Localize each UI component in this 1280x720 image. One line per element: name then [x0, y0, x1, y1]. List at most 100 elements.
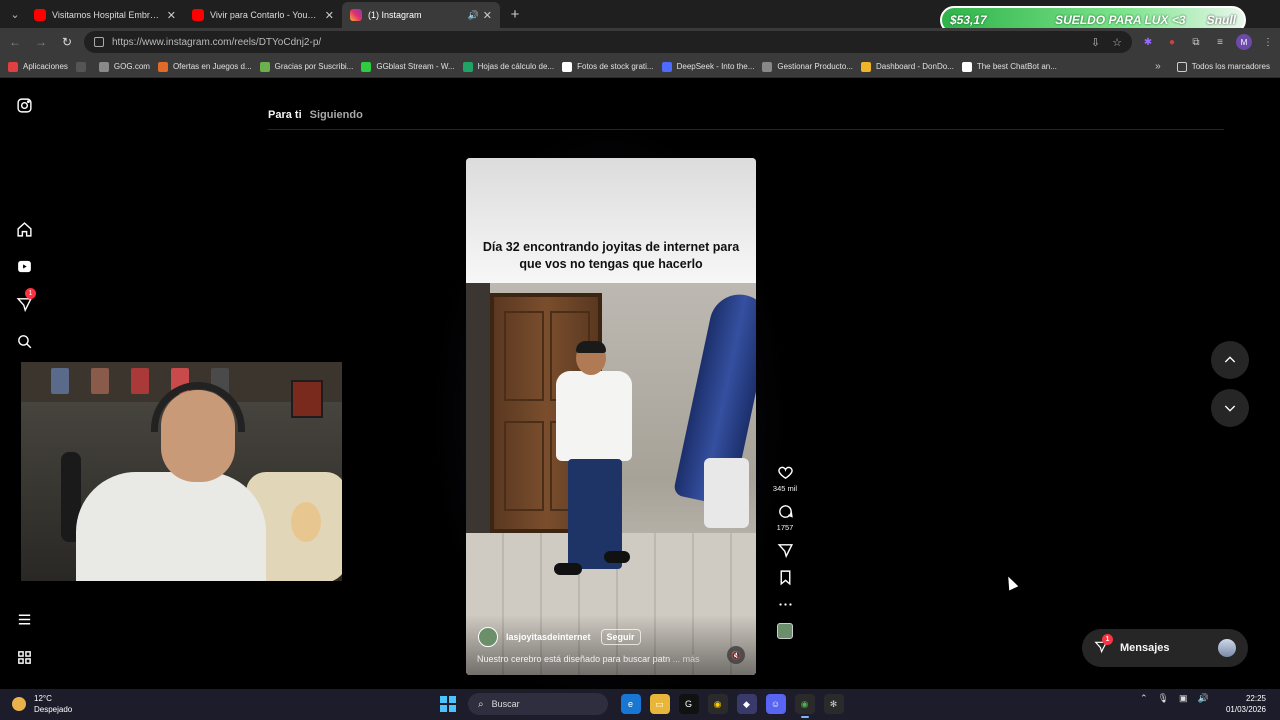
tab-for-you[interactable]: Para ti: [268, 109, 302, 121]
bookmark-favicon: [762, 61, 773, 72]
clock-date: 01/03/2026: [1225, 705, 1266, 714]
browser-menu-icon[interactable]: ⋮: [1260, 34, 1276, 50]
bookmark-favicon: [157, 61, 168, 72]
youtube-icon: [192, 9, 204, 21]
door-panel: [504, 311, 544, 401]
edge-icon[interactable]: e: [620, 694, 641, 714]
app-spinner-icon[interactable]: ✻: [823, 694, 844, 714]
bookmark-item[interactable]: Dashboard - DonDo...: [861, 61, 954, 72]
url-text: https://www.instagram.com/reels/DTYoCdnj…: [112, 36, 322, 48]
follow-button[interactable]: Seguir: [600, 629, 641, 645]
volume-icon[interactable]: 🔊: [1198, 693, 1209, 704]
bookmark-label: Aplicaciones: [23, 62, 68, 71]
door-panel: [504, 421, 544, 511]
browser-tab-1[interactable]: Visitamos Hospital Embrujado c ✕: [26, 2, 184, 28]
mute-toggle-icon[interactable]: 🔇: [727, 646, 745, 664]
extension-red-icon[interactable]: ●: [1164, 34, 1180, 50]
reel-author[interactable]: lasjoyitasdeinternet Seguir: [478, 627, 641, 647]
bookmark-item[interactable]: GOG.com: [98, 61, 150, 72]
audio-thumbnail[interactable]: [777, 623, 793, 639]
sheets-icon: [462, 61, 473, 72]
search-icon[interactable]: [14, 331, 34, 351]
tab-following[interactable]: Siguiendo: [310, 109, 363, 121]
folder-icon: [1176, 61, 1187, 72]
reload-icon[interactable]: ↻: [56, 31, 78, 53]
weather-condition: Despejado: [34, 705, 73, 714]
back-arrow-icon[interactable]: ←: [4, 31, 26, 53]
reel-actions: 345 mil 1757: [766, 464, 804, 639]
tab-title: Visitamos Hospital Embrujado c: [52, 10, 163, 20]
bookmark-label: Dashboard - DonDo...: [876, 62, 954, 71]
chevron-up-icon: [1224, 356, 1236, 363]
like-action[interactable]: 345 mil: [766, 464, 804, 493]
share-action[interactable]: [766, 542, 804, 559]
home-icon[interactable]: [14, 219, 34, 239]
close-tab-icon[interactable]: ✕: [167, 9, 176, 22]
microphone-icon[interactable]: 🎙: [1158, 693, 1169, 704]
close-tab-icon[interactable]: ✕: [483, 9, 492, 22]
file-explorer-icon[interactable]: ▭: [649, 694, 670, 714]
bookmark-item[interactable]: [75, 61, 91, 72]
bookmark-item[interactable]: Aplicaciones: [8, 61, 68, 72]
extension-gear-icon[interactable]: ✱: [1140, 34, 1156, 50]
instagram-logo-icon[interactable]: [14, 95, 34, 115]
bookmark-item[interactable]: Gracias por Suscribi...: [259, 61, 353, 72]
install-app-icon[interactable]: ⇩: [1091, 36, 1100, 49]
bookmark-item[interactable]: DeepSeek - Into the...: [661, 61, 754, 72]
reel-description-text: Nuestro cerebro está diseñado para busca…: [477, 654, 671, 664]
epic-games-icon[interactable]: G: [678, 694, 699, 714]
site-info-icon[interactable]: [94, 37, 104, 47]
bookmark-favicon: [361, 61, 372, 72]
bookmark-label: Fotos de stock grati...: [577, 62, 654, 71]
tab-search-chevron-icon[interactable]: ⌄: [4, 3, 26, 25]
forward-arrow-icon[interactable]: →: [30, 31, 52, 53]
extensions-puzzle-icon[interactable]: ⧉: [1188, 34, 1204, 50]
browser-tab-2[interactable]: Vivir para Contarlo - YouTube ✕: [184, 2, 342, 28]
new-tab-button[interactable]: +: [504, 3, 526, 25]
bookmark-favicon: [259, 61, 270, 72]
bookmarks-bar: Aplicaciones GOG.com Ofertas en Juegos d…: [0, 56, 1280, 78]
bookmark-star-icon[interactable]: ☆: [1112, 36, 1122, 49]
previous-reel-button[interactable]: [1211, 341, 1249, 379]
more-options-icon[interactable]: [766, 596, 804, 613]
comment-action[interactable]: 1757: [766, 503, 804, 532]
bookmark-item[interactable]: The best ChatBot an...: [961, 61, 1057, 72]
bookmark-item[interactable]: GGblast Stream - W...: [361, 61, 455, 72]
direct-messages-icon[interactable]: 1: [14, 288, 36, 314]
tray-chevron-icon[interactable]: ⌃: [1140, 693, 1148, 704]
bookmark-favicon: [861, 61, 872, 72]
more-link[interactable]: ... más: [673, 654, 700, 664]
reels-icon[interactable]: [14, 256, 34, 276]
profile-avatar[interactable]: M: [1236, 34, 1252, 50]
hair: [576, 341, 606, 353]
author-avatar[interactable]: [478, 627, 498, 647]
display-icon[interactable]: ▣: [1179, 693, 1188, 704]
browser-tab-3[interactable]: (1) Instagram 🔊 ✕: [342, 2, 500, 28]
more-bookmarks-chevron-icon[interactable]: »: [1155, 61, 1161, 72]
all-bookmarks-folder[interactable]: Todos los marcadores: [1176, 61, 1270, 72]
more-apps-icon[interactable]: [14, 647, 34, 667]
save-action[interactable]: [766, 569, 804, 586]
discord-icon[interactable]: ☺: [765, 694, 786, 714]
app-diamond-icon[interactable]: ◆: [736, 694, 757, 714]
weather-widget[interactable]: 12°C Despejado: [12, 693, 72, 715]
reading-list-icon[interactable]: ≡: [1212, 34, 1228, 50]
next-reel-button[interactable]: [1211, 389, 1249, 427]
bookmark-item[interactable]: Hojas de cálculo de...: [462, 61, 554, 72]
speaker-icon[interactable]: 🔊: [468, 10, 479, 21]
bookmark-item[interactable]: Gestionar Producto...: [762, 61, 853, 72]
close-tab-icon[interactable]: ✕: [325, 9, 334, 22]
chrome-profile-icon[interactable]: ◉: [794, 694, 815, 718]
author-username[interactable]: lasjoyitasdeinternet: [506, 632, 591, 642]
taskbar-clock[interactable]: 22:25 01/03/2026: [1226, 693, 1266, 715]
url-field[interactable]: https://www.instagram.com/reels/DTYoCdnj…: [84, 31, 1132, 53]
bookmark-item[interactable]: Fotos de stock grati...: [562, 61, 654, 72]
messages-button[interactable]: 1 Mensajes: [1082, 629, 1248, 667]
reel-description[interactable]: Nuestro cerebro está diseñado para busca…: [477, 654, 700, 664]
windows-start-icon[interactable]: [440, 696, 456, 712]
reel-video-player[interactable]: Día 32 encontrando joyitas de internet p…: [466, 158, 756, 675]
bookmark-item[interactable]: Ofertas en Juegos d...: [157, 61, 252, 72]
menu-icon[interactable]: [14, 609, 34, 629]
chrome-icon[interactable]: ◉: [707, 694, 728, 714]
taskbar-search[interactable]: ⌕ Buscar: [468, 693, 608, 715]
